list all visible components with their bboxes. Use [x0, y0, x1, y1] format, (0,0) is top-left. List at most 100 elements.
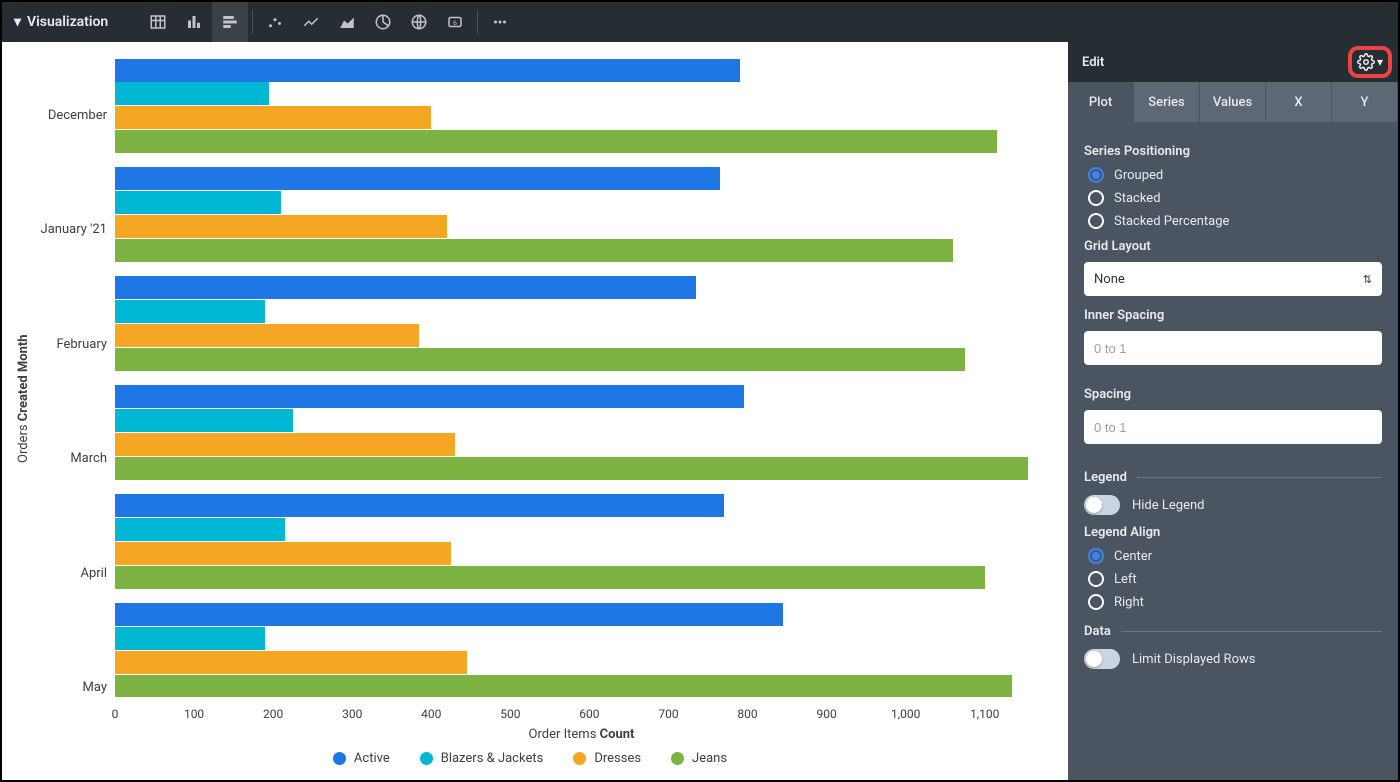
edit-body: Series Positioning GroupedStackedStacked… [1068, 122, 1398, 780]
chart-type-icons: 6 [140, 2, 518, 42]
legend-item-jeans[interactable]: Jeans [671, 751, 727, 766]
legend-item-label: Jeans [692, 751, 727, 766]
bar-jeans[interactable] [115, 675, 1012, 698]
bar-jeans[interactable] [115, 130, 997, 153]
legend-section-divider: Legend [1084, 470, 1382, 485]
legend-align-center-radio[interactable]: Center [1088, 548, 1382, 564]
x-tick: 0 [112, 707, 119, 721]
bar-active[interactable] [115, 167, 720, 190]
spacing-label: Spacing [1084, 387, 1382, 402]
legend-item-dresses[interactable]: Dresses [573, 751, 641, 766]
chart-type-area-button[interactable] [329, 2, 365, 42]
toolbar-title-text: Visualization [27, 14, 108, 30]
legend-item-active[interactable]: Active [333, 751, 390, 766]
x-axis: 01002003004005006007008009001,0001,100 O… [115, 705, 1048, 745]
bar-active[interactable] [115, 494, 724, 517]
chart-type-line-button[interactable] [293, 2, 329, 42]
bar-dresses[interactable] [115, 106, 431, 129]
bar-active[interactable] [115, 59, 740, 82]
x-axis-ticks: 01002003004005006007008009001,0001,100 [115, 705, 1048, 725]
grid-layout-label: Grid Layout [1084, 239, 1382, 254]
legend-dot-icon [573, 752, 586, 765]
chart-type-bar-button[interactable] [212, 2, 248, 42]
x-tick: 800 [737, 707, 757, 721]
bar-active[interactable] [115, 385, 744, 408]
legend-align-left-radio[interactable]: Left [1088, 571, 1382, 587]
chart-type-pie-button[interactable] [365, 2, 401, 42]
bar-dresses[interactable] [115, 433, 455, 456]
chart-type-single-value-button[interactable]: 6 [437, 2, 473, 42]
bar-group [115, 487, 1048, 596]
chart-pane: Orders Created Month DecemberJanuary '21… [2, 42, 1068, 780]
legend-align-label: Legend Align [1084, 525, 1382, 540]
category-labels: DecemberJanuary '21FebruaryMarchAprilMay [35, 52, 115, 745]
bar-dresses[interactable] [115, 542, 451, 565]
bar-group [115, 161, 1048, 270]
tab-series[interactable]: Series [1134, 82, 1200, 122]
series-positioning-stacked-radio[interactable]: Stacked [1088, 190, 1382, 206]
tab-values[interactable]: Values [1200, 82, 1266, 122]
bar-blazers-jackets[interactable] [115, 627, 265, 650]
tab-y[interactable]: Y [1332, 82, 1398, 122]
bar-blazers-jackets[interactable] [115, 82, 269, 105]
edit-title: Edit [1082, 55, 1104, 70]
bar-blazers-jackets[interactable] [115, 191, 281, 214]
limit-rows-label: Limit Displayed Rows [1132, 652, 1255, 667]
bar-jeans[interactable] [115, 239, 953, 262]
bar-blazers-jackets[interactable] [115, 518, 285, 541]
series-positioning-radio-group: Grouped Stacked Stacked Percentage [1084, 167, 1382, 229]
bar-group [115, 270, 1048, 379]
bar-jeans[interactable] [115, 348, 965, 371]
hide-legend-toggle[interactable] [1084, 495, 1120, 515]
series-positioning-stacked-percentage-radio[interactable]: Stacked Percentage [1088, 213, 1382, 229]
bar-blazers-jackets[interactable] [115, 300, 265, 323]
bar-blazers-jackets[interactable] [115, 409, 293, 432]
inner-spacing-label: Inner Spacing [1084, 308, 1382, 323]
single-value-icon: 6 [446, 13, 464, 31]
chart-type-more-button[interactable] [482, 2, 518, 42]
legend-item-label: Dresses [594, 751, 641, 766]
x-tick: 600 [579, 707, 599, 721]
svg-text:6: 6 [453, 19, 457, 27]
visualization-toolbar: ▾ Visualization 6 [2, 2, 1398, 42]
series-positioning-option-label: Grouped [1114, 168, 1163, 183]
bar-dresses[interactable] [115, 651, 467, 674]
grid-layout-value: None [1094, 272, 1125, 287]
grid-layout-select[interactable]: None ⇅ [1084, 262, 1382, 296]
legend-align-right-radio[interactable]: Right [1088, 594, 1382, 610]
chart-type-map-button[interactable] [401, 2, 437, 42]
chart-type-column-button[interactable] [176, 2, 212, 42]
bar-icon [221, 13, 239, 31]
legend-item-blazers-jackets[interactable]: Blazers & Jackets [420, 751, 544, 766]
limit-rows-row: Limit Displayed Rows [1084, 649, 1382, 669]
table-icon [149, 13, 167, 31]
visualization-title-toggle[interactable]: ▾ Visualization [2, 2, 120, 42]
tab-plot[interactable]: Plot [1068, 82, 1134, 122]
limit-rows-toggle[interactable] [1084, 649, 1120, 669]
area-icon [338, 13, 356, 31]
bar-dresses[interactable] [115, 324, 419, 347]
legend-dot-icon [671, 752, 684, 765]
data-section-label: Data [1084, 624, 1111, 639]
series-positioning-option-label: Stacked [1114, 191, 1161, 206]
legend-item-label: Blazers & Jackets [441, 751, 544, 766]
spacing-input[interactable] [1084, 410, 1382, 444]
body-row: Orders Created Month DecemberJanuary '21… [2, 42, 1398, 780]
legend-item-label: Active [354, 751, 390, 766]
bar-active[interactable] [115, 603, 783, 626]
inner-spacing-input[interactable] [1084, 331, 1382, 365]
legend-align-option-label: Right [1114, 595, 1144, 610]
edit-tabs: PlotSeriesValuesXY [1068, 82, 1398, 122]
chart-type-table-button[interactable] [140, 2, 176, 42]
chart-type-scatter-button[interactable] [257, 2, 293, 42]
tab-x[interactable]: X [1266, 82, 1332, 122]
x-tick: 500 [500, 707, 520, 721]
series-positioning-grouped-radio[interactable]: Grouped [1088, 167, 1382, 183]
legend-align-radio-group: Center Left Right [1084, 548, 1382, 610]
bar-jeans[interactable] [115, 457, 1028, 480]
visualization-settings-gear-button[interactable]: ▾ [1348, 46, 1392, 78]
bar-dresses[interactable] [115, 215, 447, 238]
legend-align-option-label: Center [1114, 549, 1152, 564]
bar-jeans[interactable] [115, 566, 985, 589]
bar-active[interactable] [115, 276, 696, 299]
